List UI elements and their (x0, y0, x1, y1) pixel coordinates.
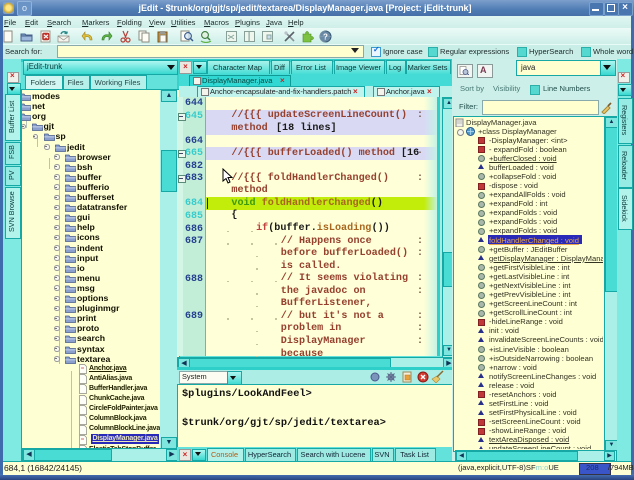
svg-text:?: ? (323, 33, 328, 42)
